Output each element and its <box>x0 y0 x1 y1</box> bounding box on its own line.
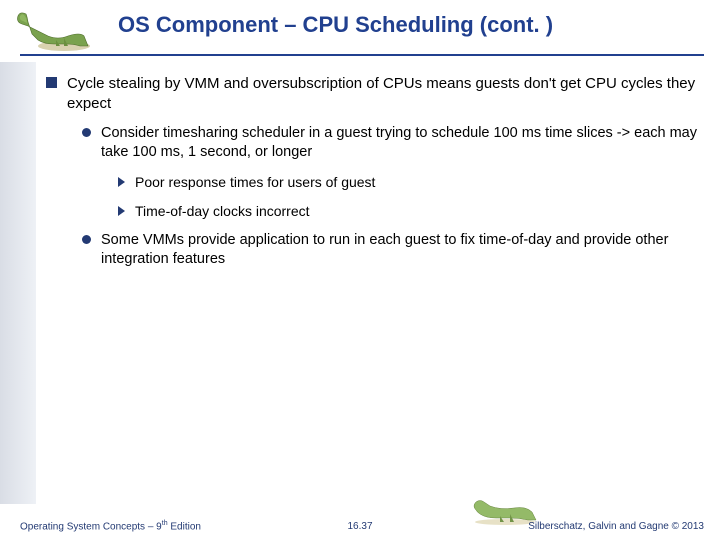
disc-bullet-icon <box>82 128 91 137</box>
slide: OS Component – CPU Scheduling (cont. ) C… <box>0 0 720 540</box>
bullet-text: Some VMMs provide application to run in … <box>101 231 702 270</box>
bullet-text: Time-of-day clocks incorrect <box>135 202 702 221</box>
bullet-level2: Some VMMs provide application to run in … <box>82 231 702 270</box>
header: OS Component – CPU Scheduling (cont. ) <box>0 0 720 56</box>
bullet-level3: Poor response times for users of guest <box>118 173 702 192</box>
bullet-text: Poor response times for users of guest <box>135 173 702 192</box>
bullet-text: Consider timesharing scheduler in a gues… <box>101 124 702 163</box>
slide-title: OS Component – CPU Scheduling (cont. ) <box>118 12 708 38</box>
footer-copyright: Silberschatz, Galvin and Gagne © 2013 <box>528 521 704 532</box>
bullet-level2: Consider timesharing scheduler in a gues… <box>82 124 702 163</box>
bullet-text: Cycle stealing by VMM and oversubscripti… <box>67 74 702 114</box>
footer: Operating System Concepts – 9th Edition … <box>0 506 720 540</box>
square-bullet-icon <box>46 77 57 88</box>
triangle-bullet-icon <box>118 177 125 187</box>
dinosaur-icon <box>14 6 96 52</box>
bullet-level3: Time-of-day clocks incorrect <box>118 202 702 221</box>
triangle-bullet-icon <box>118 206 125 216</box>
disc-bullet-icon <box>82 235 91 244</box>
content-area: Cycle stealing by VMM and oversubscripti… <box>46 74 702 496</box>
bullet-level1: Cycle stealing by VMM and oversubscripti… <box>46 74 702 114</box>
title-underline <box>20 54 704 56</box>
sidebar-accent <box>0 62 36 504</box>
